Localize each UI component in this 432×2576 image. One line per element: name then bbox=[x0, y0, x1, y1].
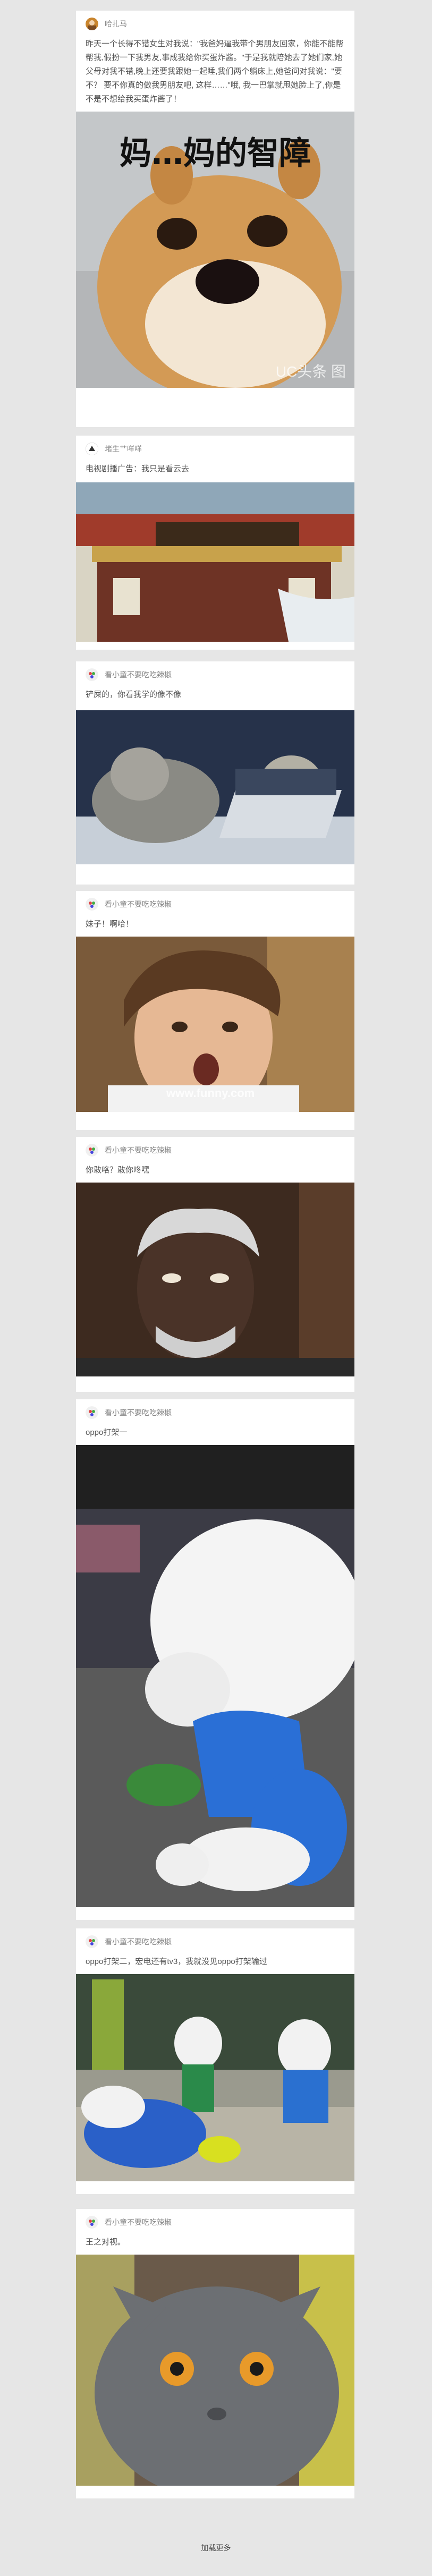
author-name[interactable]: 看小童不要吃吃辣椒 bbox=[105, 1407, 172, 1418]
post-header: 看小童不要吃吃辣椒 bbox=[76, 891, 354, 917]
post-card[interactable]: 看小童不要吃吃辣椒 oppo打架二，宏电还有tv3，我就没见oppo打架输过 bbox=[76, 1928, 354, 2194]
post-card[interactable]: 看小童不要吃吃辣椒 王之对视。 bbox=[76, 2209, 354, 2498]
post-card[interactable]: 堵生艹咩咩 电视剧播广告：我只是看云去 bbox=[76, 436, 354, 650]
post-image[interactable] bbox=[76, 1974, 354, 2181]
post-image[interactable] bbox=[76, 482, 354, 642]
post-image[interactable]: 妈…妈的智障 UC头条 图 bbox=[76, 112, 354, 388]
post-header: 看小童不要吃吃辣椒 bbox=[76, 1137, 354, 1163]
post-header: 看小童不要吃吃辣椒 bbox=[76, 661, 354, 688]
post-header: 看小童不要吃吃辣椒 bbox=[76, 2209, 354, 2235]
post-card[interactable]: 看小童不要吃吃辣椒 oppo打架一 bbox=[76, 1399, 354, 1920]
post-header: 看小童不要吃吃辣椒 bbox=[76, 1399, 354, 1426]
post-header: 哈扎马 bbox=[76, 11, 354, 37]
post-text: 昨天一个长得不错女生对我说："我爸妈逼我带个男朋友回家，你能不能帮帮我,假扮一下… bbox=[86, 39, 344, 104]
post-text: oppo打架二，宏电还有tv3，我就没见oppo打架输过 bbox=[86, 1957, 267, 1966]
post-text: 妹子！啊哈！ bbox=[86, 920, 134, 929]
author-name[interactable]: 堵生艹咩咩 bbox=[105, 444, 142, 454]
post-text: 你敢咯？敢你咚嘿 bbox=[86, 1166, 150, 1175]
post-image[interactable] bbox=[76, 1445, 354, 1907]
post-text: 王之对视。 bbox=[86, 2238, 126, 2247]
avatar[interactable] bbox=[86, 2216, 98, 2229]
image-watermark: www.funny.com bbox=[166, 1086, 255, 1100]
image-watermark: UC头条 图 bbox=[275, 363, 346, 380]
author-name[interactable]: 哈扎马 bbox=[105, 19, 127, 29]
post-image[interactable] bbox=[76, 710, 354, 864]
load-more-button[interactable]: 加载更多 bbox=[0, 2543, 432, 2553]
post-image[interactable] bbox=[76, 1183, 354, 1376]
post-text: 电视剧播广告：我只是看云去 bbox=[86, 464, 190, 473]
author-name[interactable]: 看小童不要吃吃辣椒 bbox=[105, 669, 172, 680]
post-header: 堵生艹咩咩 bbox=[76, 436, 354, 462]
avatar[interactable] bbox=[86, 1935, 98, 1948]
avatar[interactable] bbox=[86, 1144, 98, 1157]
post-card[interactable]: 哈扎马 昨天一个长得不错女生对我说："我爸妈逼我带个男朋友回家，你能不能帮帮我,… bbox=[76, 11, 354, 427]
author-name[interactable]: 看小童不要吃吃辣椒 bbox=[105, 1936, 172, 1947]
avatar[interactable] bbox=[86, 443, 98, 455]
post-text: oppo打架一 bbox=[86, 1428, 128, 1437]
post-card[interactable]: 看小童不要吃吃辣椒 你敢咯？敢你咚嘿 bbox=[76, 1137, 354, 1392]
post-text: 铲屎的，你看我学的像不像 bbox=[86, 690, 182, 699]
post-card[interactable]: 看小童不要吃吃辣椒 铲屎的，你看我学的像不像 bbox=[76, 661, 354, 885]
author-name[interactable]: 看小童不要吃吃辣椒 bbox=[105, 1145, 172, 1155]
post-image[interactable] bbox=[76, 2255, 354, 2486]
avatar[interactable] bbox=[86, 898, 98, 911]
avatar[interactable] bbox=[86, 668, 98, 681]
avatar[interactable] bbox=[86, 1406, 98, 1419]
image-caption: 妈…妈的智障 bbox=[120, 135, 311, 172]
post-header: 看小童不要吃吃辣椒 bbox=[76, 1928, 354, 1955]
post-card[interactable]: 看小童不要吃吃辣椒 妹子！啊哈！ www.funny.com bbox=[76, 891, 354, 1130]
avatar[interactable] bbox=[86, 18, 98, 30]
author-name[interactable]: 看小童不要吃吃辣椒 bbox=[105, 899, 172, 909]
author-name[interactable]: 看小童不要吃吃辣椒 bbox=[105, 2217, 172, 2228]
feed: 哈扎马 昨天一个长得不错女生对我说："我爸妈逼我带个男朋友回家，你能不能帮帮我,… bbox=[0, 0, 432, 2576]
post-image[interactable]: www.funny.com bbox=[76, 937, 354, 1112]
